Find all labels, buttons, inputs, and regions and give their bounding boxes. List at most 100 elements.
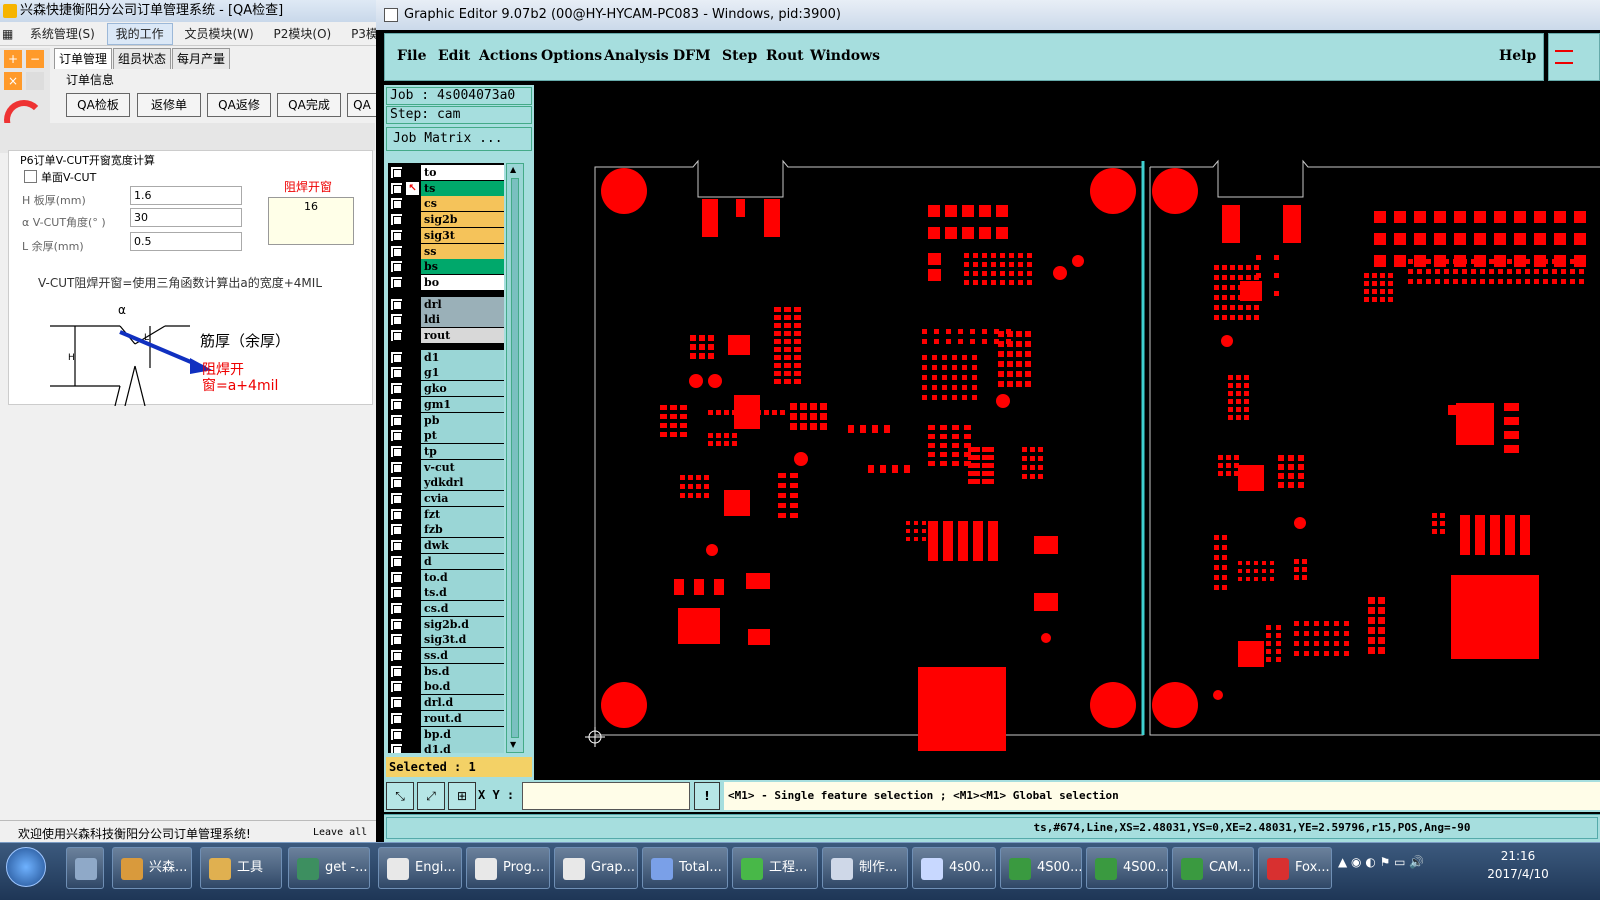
qa-complete-button[interactable]: QA完成 [277, 93, 341, 117]
layer-name[interactable]: ldi [421, 312, 504, 328]
layer-checkbox[interactable] [390, 350, 403, 364]
layer-name[interactable]: ts.d [421, 585, 504, 601]
qa-check-button[interactable]: QA检板 [66, 93, 130, 117]
layer-checkbox[interactable] [390, 460, 403, 474]
taskbar-item[interactable]: 4s00... [912, 847, 996, 889]
layer-checkbox[interactable] [390, 197, 403, 211]
layer-name[interactable]: pb [421, 412, 504, 428]
zoom-out-icon[interactable]: ⤢ [417, 782, 445, 810]
menu-rout[interactable]: Rout [766, 48, 804, 64]
layer-row-ldi[interactable]: ldi [388, 312, 504, 328]
tray-icons[interactable]: ▲ ◉ ◐ ⚑ ▭ 🔊 [1338, 855, 1468, 875]
layer-name[interactable]: drl.d [421, 695, 504, 711]
grid-icon[interactable]: ▦ [0, 22, 18, 45]
layer-row-ss.d[interactable]: ss.d [388, 648, 504, 663]
menu-dfm[interactable]: DFM [673, 48, 711, 64]
pcb-canvas[interactable] [538, 85, 1600, 780]
layer-checkbox[interactable] [390, 492, 403, 505]
layer-row-pb[interactable]: pb [388, 412, 504, 428]
layer-checkbox[interactable] [390, 680, 403, 694]
repair-order-button[interactable]: 返修单 [137, 93, 201, 117]
menu-system[interactable]: 系统管理(S) [22, 22, 103, 45]
layer-row-fzt[interactable]: fzt [388, 506, 504, 522]
layer-checkbox[interactable] [390, 743, 403, 753]
layer-checkbox[interactable] [390, 633, 403, 647]
layer-name[interactable]: gm1 [421, 396, 504, 412]
layer-row-fzb[interactable]: fzb [388, 522, 504, 538]
layer-name[interactable]: tp [421, 443, 504, 459]
menu-file[interactable]: File [397, 48, 426, 64]
layer-row-bo[interactable]: bo [388, 274, 504, 290]
taskbar-item[interactable]: CAM... [1172, 847, 1254, 889]
layer-name[interactable]: fzb [421, 522, 504, 538]
layer-row-rout.d[interactable]: rout.d [388, 710, 504, 726]
layer-checkbox[interactable] [390, 601, 403, 615]
layer-name[interactable]: ydkdrl [421, 475, 504, 491]
layer-row-to.d[interactable]: to.d [388, 569, 504, 585]
layer-checkbox[interactable] [390, 275, 403, 289]
single-vcut-checkbox[interactable] [24, 170, 37, 183]
qa-repair-button[interactable]: QA返修 [207, 93, 271, 117]
taskbar-item[interactable]: Fox... [1258, 847, 1332, 889]
layer-row-to[interactable]: to [388, 165, 504, 180]
layer-checkbox[interactable] [390, 523, 403, 537]
layer-checkbox[interactable] [390, 617, 403, 631]
layer-row-d1.d[interactable]: d1.d [388, 742, 504, 753]
layer-checkbox[interactable] [390, 444, 403, 458]
layer-row-dwk[interactable]: dwk [388, 538, 504, 554]
layer-name[interactable]: ss [421, 243, 504, 259]
taskbar-item[interactable]: get -... [288, 847, 370, 889]
layer-name[interactable]: d [421, 553, 504, 569]
layer-name[interactable]: ts [421, 180, 504, 196]
job-matrix-button[interactable]: Job Matrix ... [386, 127, 532, 151]
layer-checkbox[interactable] [390, 382, 403, 396]
layer-row-sig3t[interactable]: sig3t [388, 227, 504, 243]
layer-name[interactable]: to [421, 165, 504, 180]
taskbar-item[interactable]: 工具 [200, 847, 282, 889]
layer-name[interactable]: bs [421, 259, 504, 275]
layer-checkbox[interactable] [390, 313, 403, 327]
menu-windows[interactable]: Windows [810, 48, 880, 64]
layer-row-ts[interactable]: ts ↖ [388, 180, 504, 196]
layer-checkbox[interactable] [390, 213, 403, 227]
alert-icon[interactable]: ! [694, 782, 720, 810]
layer-name[interactable]: drl [421, 296, 504, 312]
layer-row-ss[interactable]: ss [388, 243, 504, 259]
menu-clerk[interactable]: 文员模块(W) [176, 22, 261, 45]
taskbar-item[interactable]: Grap... [554, 847, 638, 889]
thickness-input[interactable]: 1.6 [130, 186, 242, 205]
layer-checkbox[interactable] [390, 166, 403, 179]
menu-p2[interactable]: P2模块(O) [266, 22, 340, 45]
clock-time[interactable]: 21:16 [1478, 849, 1558, 863]
layer-name[interactable]: bo.d [421, 679, 504, 695]
clock-date[interactable]: 2017/4/10 [1478, 867, 1558, 881]
tab-orders[interactable]: 订单管理 [54, 48, 113, 69]
scroll-thumb[interactable] [511, 178, 519, 738]
layer-name[interactable]: cs [421, 196, 504, 212]
layer-row-bo.d[interactable]: bo.d [388, 679, 504, 695]
layer-row-cs.d[interactable]: cs.d [388, 600, 504, 616]
layer-checkbox[interactable] [390, 554, 403, 568]
menu-options[interactable]: Options [541, 48, 602, 64]
layer-row-v-cut[interactable]: v-cut [388, 459, 504, 475]
layer-name[interactable]: d1.d [421, 742, 504, 753]
grid-snap-icon[interactable]: ⊞ [448, 782, 476, 810]
taskbar-item[interactable]: 工程... [732, 847, 818, 889]
layer-name[interactable]: sig2b [421, 212, 504, 228]
layer-checkbox[interactable] [390, 507, 403, 521]
layer-row-gko[interactable]: gko [388, 381, 504, 397]
layer-name[interactable]: v-cut [421, 459, 504, 475]
layer-checkbox[interactable] [390, 570, 403, 584]
layer-checkbox[interactable] [390, 539, 403, 553]
layer-row-bs.d[interactable]: bs.d [388, 663, 504, 679]
layer-row-bp.d[interactable]: bp.d [388, 726, 504, 742]
tab-monthly[interactable]: 每月产量 [172, 48, 231, 69]
layer-name[interactable]: bp.d [421, 726, 504, 742]
taskbar-item[interactable]: 兴森... [112, 847, 192, 889]
taskbar-item[interactable]: Total... [642, 847, 728, 889]
layer-name[interactable]: d1 [421, 349, 504, 365]
layer-name[interactable]: rout.d [421, 710, 504, 726]
scroll-down-icon[interactable]: ▼ [510, 741, 520, 749]
layer-row-gm1[interactable]: gm1 [388, 396, 504, 412]
layer-row-bs[interactable]: bs [388, 259, 504, 275]
